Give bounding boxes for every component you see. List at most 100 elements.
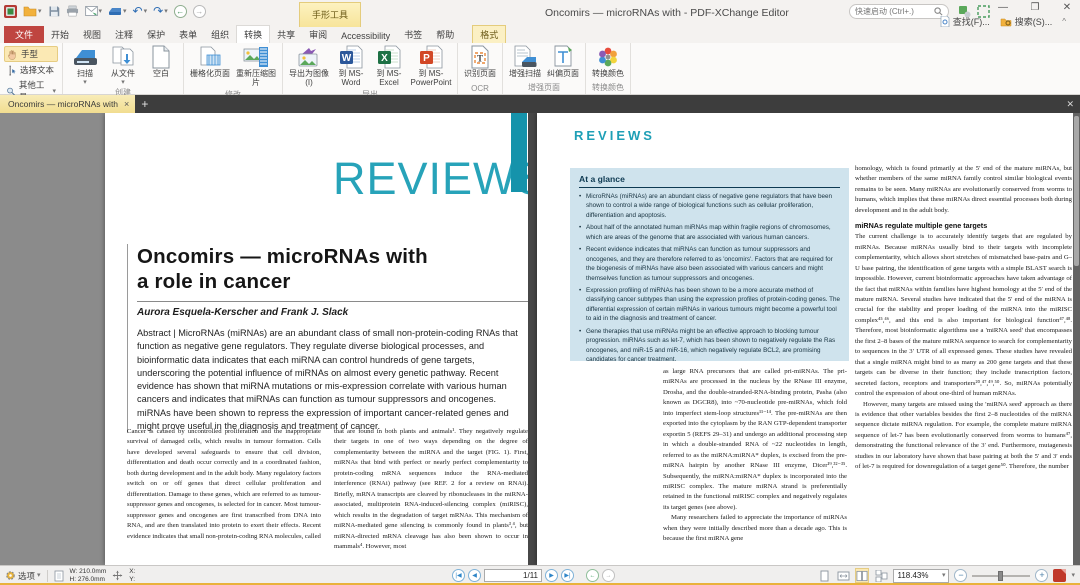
single-page-view-button[interactable] [817,568,831,583]
page-spine [528,113,537,565]
tab-organize[interactable]: 组织 [204,26,236,43]
paragraph: homology, which is found primarily at th… [855,164,1072,216]
tab-review[interactable]: 审阅 [302,26,334,43]
first-page-button[interactable]: |◀ [452,569,465,582]
to-ms-word-button[interactable]: W 到 MS-Word [333,44,369,88]
title-rule [137,301,528,302]
zoom-in-button[interactable]: + [1035,569,1048,582]
previous-page-button[interactable]: ◀ [468,569,481,582]
history-back-button[interactable]: ← [174,5,187,18]
two-page-view-button[interactable] [855,568,869,583]
tab-help[interactable]: 帮助 [429,26,461,43]
tab-file[interactable]: 文件 [4,26,44,43]
zoom-level-select[interactable]: 118.43% ▾ [893,569,949,583]
chevron-down-icon: ▾ [83,79,87,86]
tab-accessibility[interactable]: Accessibility [334,29,397,43]
tab-format[interactable]: 格式 [472,25,506,43]
ribbon-group-modify: 栅格化页面 重新压缩图片 修改 [184,43,283,94]
save-button[interactable] [48,5,60,17]
chevron-down-icon: ▾ [38,8,42,15]
export-image-button[interactable]: 导出为图像(I) [287,44,331,88]
pdf-xchange-editor-window: ▾ ▾ ▾ ↶ ▾ ↷ ▾ ← [0,0,1080,585]
fit-width-view-button[interactable] [836,568,850,583]
collapse-ribbon-button[interactable]: ^ [1062,17,1066,26]
single-page-icon [820,570,829,582]
deskew-icon [551,45,575,69]
vertical-scrollbar[interactable] [1073,113,1080,565]
group-label-colors: 转换颜色 [590,81,626,94]
teal-accent-bar [511,113,527,192]
recognize-pages-button[interactable]: T 识别页面 [462,44,498,79]
minimize-button[interactable]: — [994,2,1012,13]
scan-device-button[interactable]: ▾ [108,6,127,16]
tab-comment[interactable]: 注释 [108,26,140,43]
separator [47,570,48,582]
contextual-tab-header: 手形工具 [299,2,361,27]
find-button[interactable]: 查找(F)... [940,15,990,28]
hand-icon [7,49,18,60]
pdf-page-right: REVIEWS At a glance MicroRNAs (miRNAs) a… [537,113,1073,565]
history-forward-button[interactable]: → [193,5,206,18]
rasterize-pages-button[interactable]: 栅格化页面 [188,44,232,79]
from-file-button[interactable]: 从文件 ▾ [105,44,141,86]
search-button[interactable]: 搜索(S)... [1000,15,1053,28]
quick-launch-search[interactable] [849,4,949,19]
scrollbar-thumb[interactable] [1074,116,1079,266]
convert-colors-button[interactable]: 转换颜色 [590,44,626,79]
tab-convert[interactable]: 转换 [236,25,270,43]
chevron-down-icon: ▾ [121,79,125,86]
next-page-button[interactable]: ▶ [545,569,558,582]
cursor-position-readout: X: Y: [129,568,135,583]
select-text-button[interactable]: 选择文本 [4,63,58,77]
maximize-button[interactable]: ❐ [1026,2,1044,13]
print-button[interactable] [66,5,79,17]
printer-icon [66,5,79,17]
redo-icon: ↷ [153,5,163,17]
close-document-button[interactable]: ✕ [1066,99,1074,110]
page-number-input[interactable] [484,569,542,582]
open-button[interactable]: ▾ [23,5,42,17]
tab-bookmarks[interactable]: 书签 [397,26,429,43]
close-button[interactable]: ✕ [1058,2,1076,13]
recompress-images-button[interactable]: 重新压缩图片 [234,44,278,88]
tab-form[interactable]: 表单 [172,26,204,43]
svg-text:T: T [477,54,483,64]
continuous-view-button[interactable] [874,568,888,583]
email-button[interactable]: ▾ [85,6,103,16]
body-column-2: that are found in both plants and animal… [334,427,528,565]
last-page-button[interactable]: ▶| [561,569,574,582]
blank-button[interactable]: 空白 [143,44,179,79]
undo-button[interactable]: ↶ ▾ [133,5,148,17]
tab-protect[interactable]: 保护 [140,26,172,43]
folder-open-icon [23,5,37,17]
next-view-button[interactable]: → [602,569,615,582]
tab-home[interactable]: 开始 [44,26,76,43]
zoom-out-button[interactable]: − [954,569,967,582]
zoom-slider[interactable] [972,569,1030,582]
document-view[interactable]: REVIEWS Oncomirs — microRNAs with a role… [0,113,1080,565]
tab-share[interactable]: 共享 [270,26,302,43]
to-ms-excel-button[interactable]: X 到 MS-Excel [371,44,407,88]
scanner-icon [72,45,98,69]
find-icon [940,16,950,27]
zoom-slider-thumb[interactable] [998,571,1003,581]
crosshair-icon [112,570,123,581]
new-document-tab-button[interactable]: + [141,97,148,111]
to-ms-powerpoint-button[interactable]: P 到 MS-PowerPoint [409,44,453,88]
chevron-down-icon: ▾ [1071,572,1075,579]
document-tab-close-icon[interactable]: × [124,99,129,109]
options-button[interactable]: 选项 ▾ [5,570,41,582]
scan-button[interactable]: 扫描 ▾ [67,44,103,86]
deskew-pages-button[interactable]: 纠偏页面 [545,44,581,79]
redo-button[interactable]: ↷ ▾ [153,5,168,17]
document-tab[interactable]: Oncomirs — microRNAs with × [0,95,135,113]
enhance-scan-button[interactable]: 增强扫描 [507,44,543,79]
title-bar: ▾ ▾ ▾ ↶ ▾ ↷ ▾ ← [0,0,1080,28]
previous-view-button[interactable]: ← [586,569,599,582]
hand-tool-button[interactable]: 手型 [4,46,58,62]
save-icon [48,5,60,17]
quick-launch-input[interactable] [855,7,930,16]
glance-bullet: Expression profiling of miRNAs has been … [579,286,840,324]
tab-view[interactable]: 视图 [76,26,108,43]
pdf-app-icon[interactable] [1053,569,1066,582]
